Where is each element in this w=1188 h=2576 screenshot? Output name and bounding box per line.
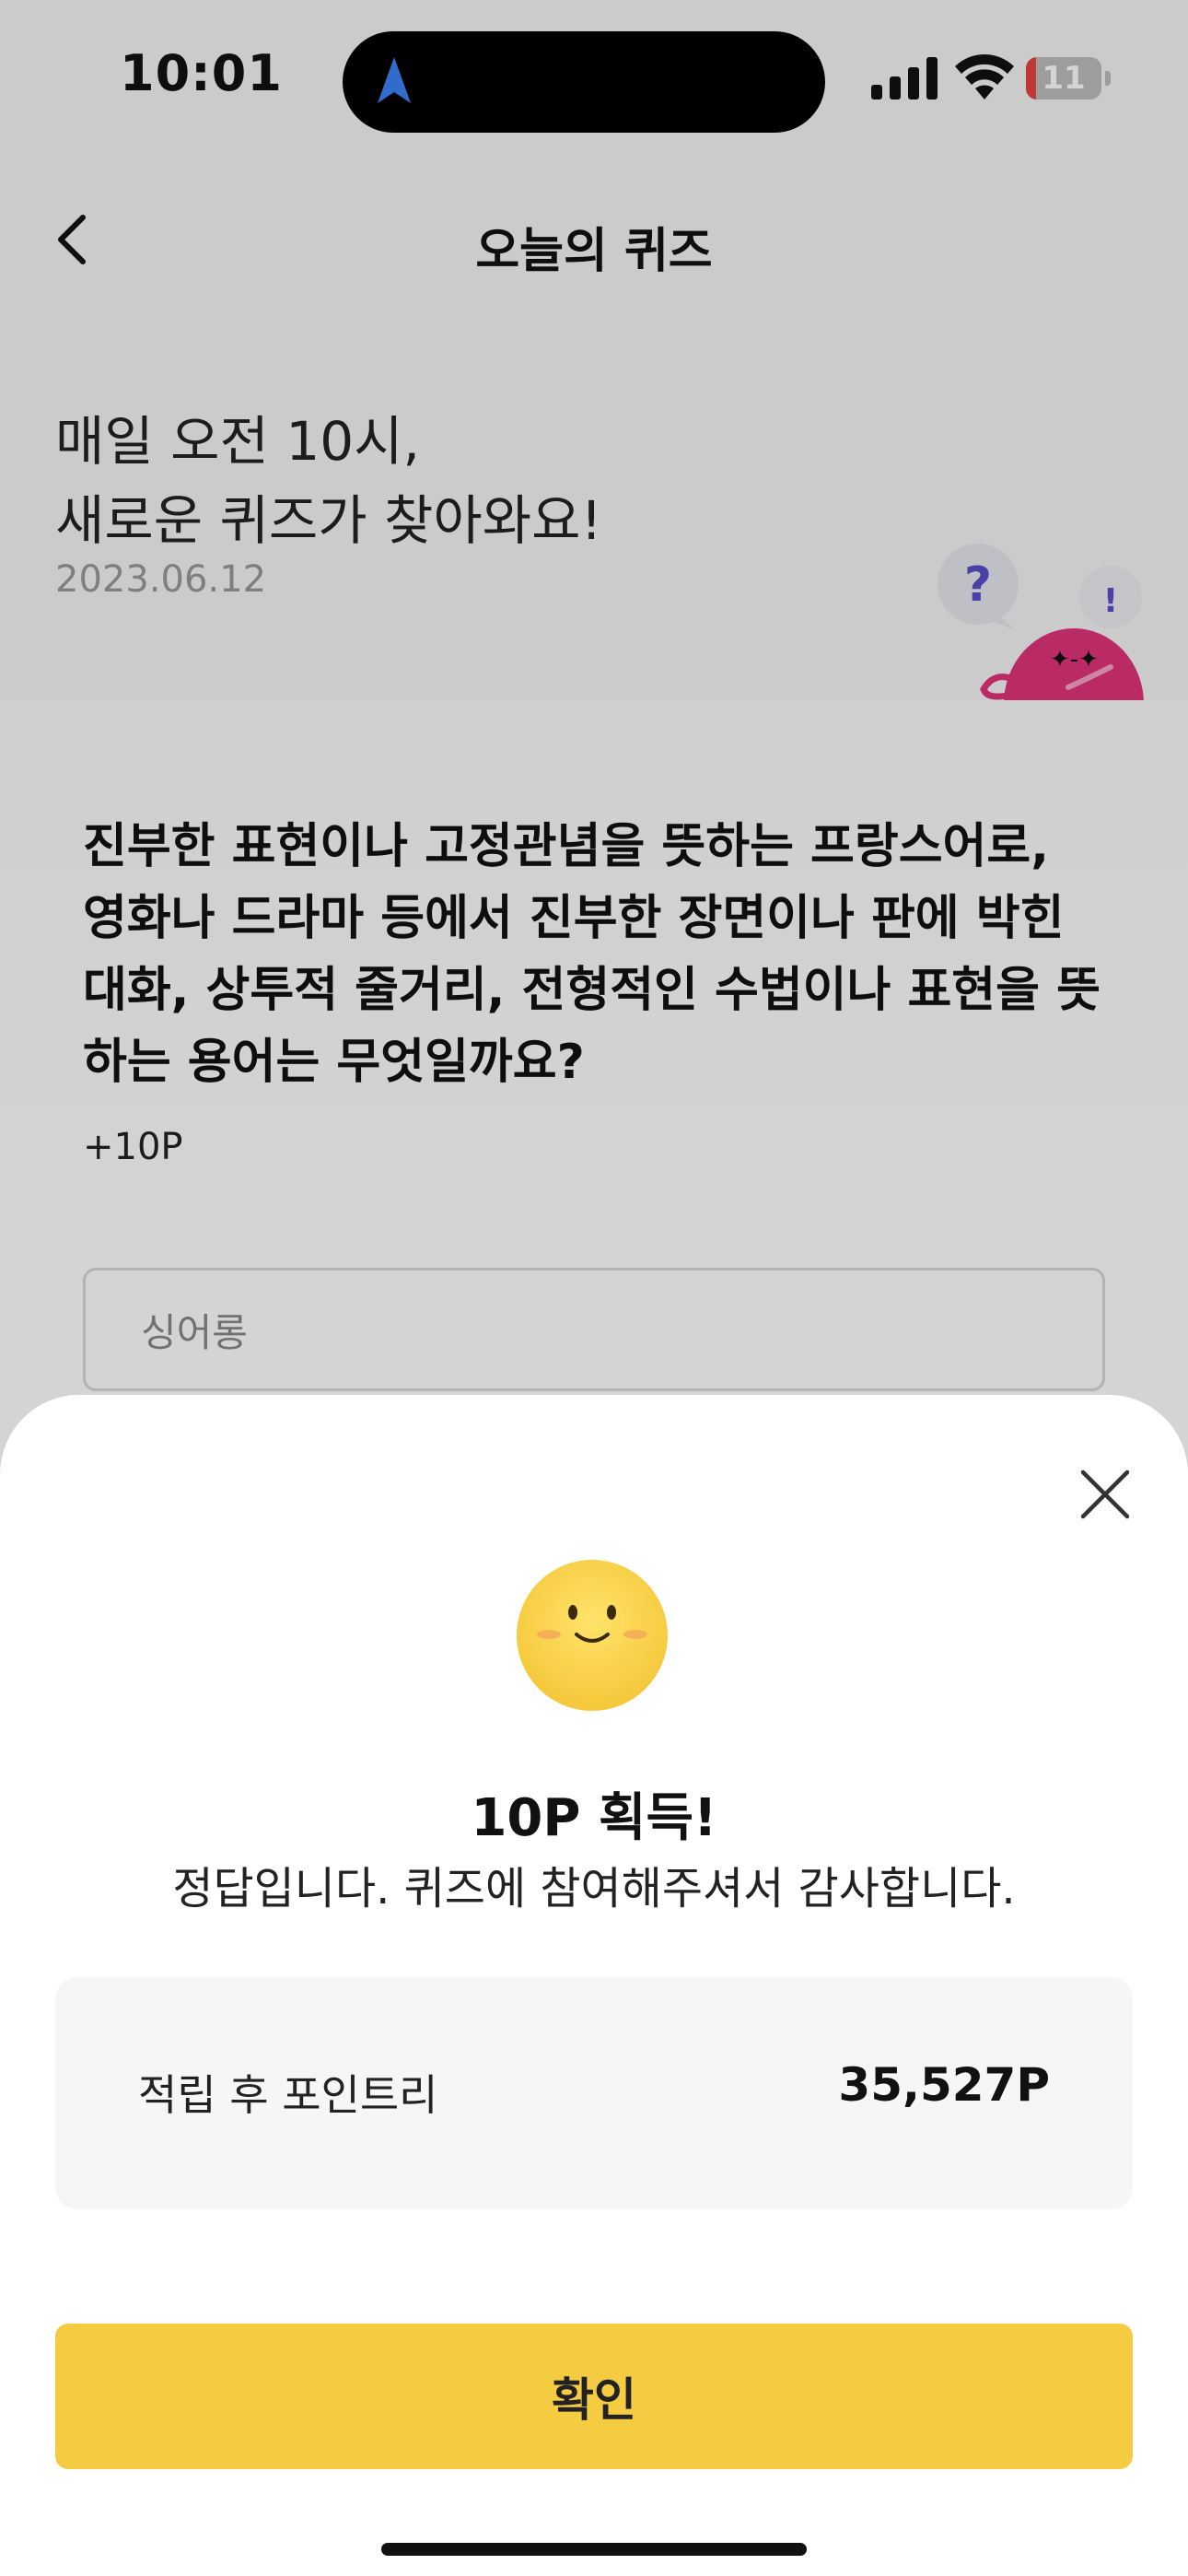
reward-message: 정답입니다. 퀴즈에 참여해주셔서 감사합니다.: [172, 1863, 1016, 1914]
confirm-button[interactable]: 확인: [55, 2324, 1133, 2469]
points-summary-label: 적립 후 포인트리: [138, 2070, 438, 2120]
close-icon: [1080, 1469, 1130, 1519]
close-button[interactable]: [1074, 1463, 1136, 1526]
points-summary-value: 35,527P: [838, 2058, 1050, 2112]
smiley-face-icon: [517, 1560, 668, 1711]
home-indicator[interactable]: [381, 2543, 807, 2556]
reward-title: 10P 획득!: [471, 1788, 717, 1848]
quiz-page: 10:01 11 오늘의 퀴즈 매일 오전 10시, 새로운 퀴즈가 찾아와요!…: [0, 0, 1188, 2576]
